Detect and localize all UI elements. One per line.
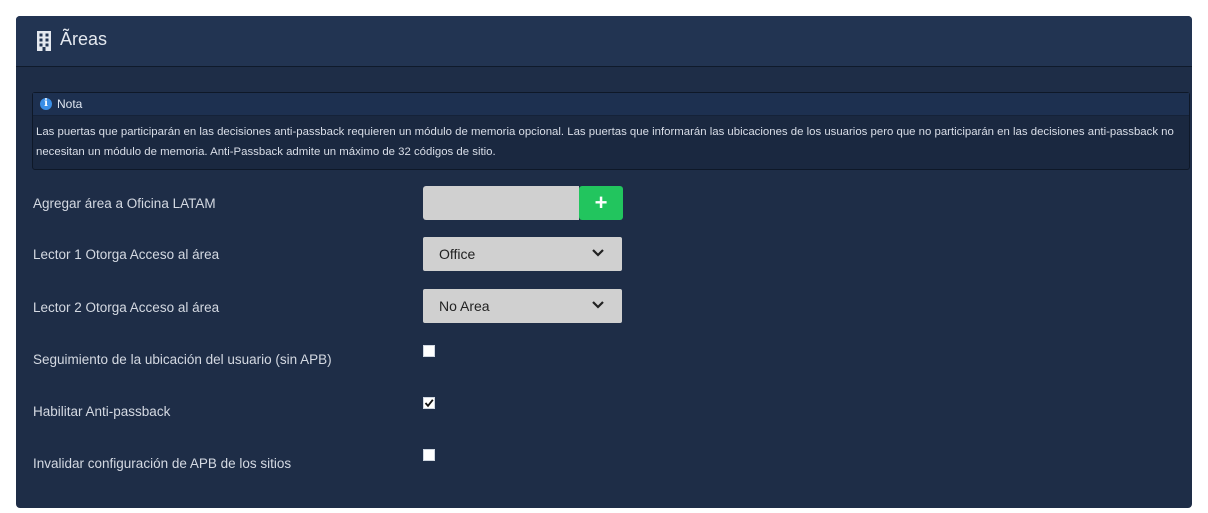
reader2-selected-value: No Area [439, 298, 490, 314]
reader1-label: Lector 1 Otorga Acceso al área [33, 247, 220, 262]
antipassback-label: Habilitar Anti-passback [33, 404, 171, 419]
info-icon: i [40, 98, 52, 110]
areas-panel: Ãreas i Nota Las puertas que participará… [16, 16, 1192, 508]
reader1-selected-value: Office [439, 246, 476, 262]
note-title: Nota [57, 97, 83, 111]
note-header: i Nota [33, 93, 1189, 116]
override-label: Invalidar configuración de APB de los si… [33, 456, 292, 471]
plus-icon: + [594, 190, 608, 215]
add-area-label: Agregar área a Oficina LATAM [33, 196, 216, 211]
override-checkbox[interactable] [423, 449, 435, 461]
add-area-button[interactable]: + [579, 186, 623, 220]
tracking-checkbox[interactable] [423, 345, 435, 357]
note-box: i Nota Las puertas que participarán en l… [32, 92, 1190, 170]
panel-header: Ãreas [16, 16, 1192, 67]
reader2-select[interactable]: No Area [423, 289, 622, 323]
antipassback-checkbox[interactable] [423, 397, 435, 409]
chevron-down-icon [592, 301, 604, 309]
chevron-down-icon [592, 249, 604, 257]
add-area-input[interactable] [423, 186, 579, 220]
note-text: Las puertas que participarán en las deci… [36, 126, 1174, 158]
reader1-select[interactable]: Office [423, 237, 622, 271]
reader2-label: Lector 2 Otorga Acceso al área [33, 300, 220, 315]
panel-title: Ãreas [60, 29, 108, 49]
building-icon [37, 31, 51, 51]
tracking-label: Seguimiento de la ubicación del usuario … [33, 352, 332, 367]
checkmark-icon [424, 399, 434, 408]
